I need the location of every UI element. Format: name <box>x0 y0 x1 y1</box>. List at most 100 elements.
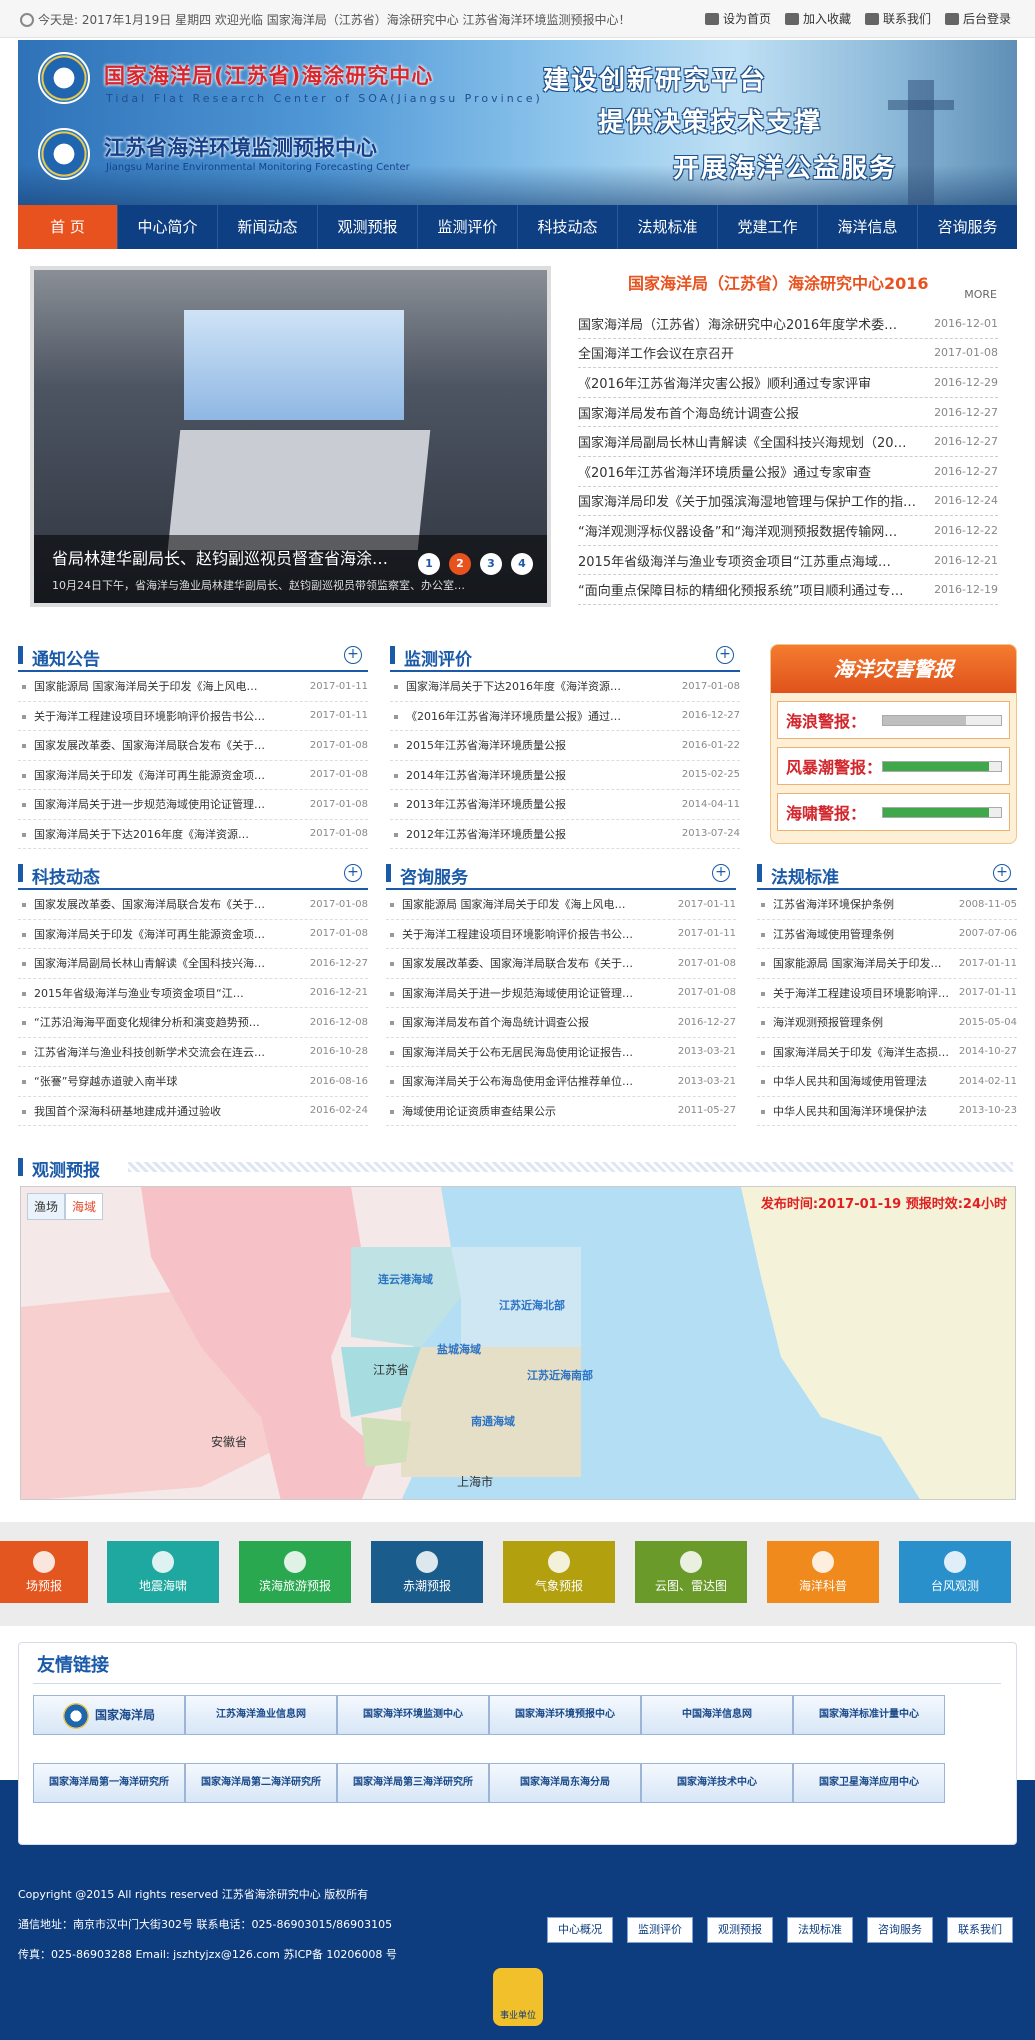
wave-alert[interactable]: 海浪警报： <box>777 701 1010 739</box>
plus-icon[interactable]: + <box>344 646 362 664</box>
news-item[interactable]: 《2016年江苏省海洋环境质量公报》通过专家审查 2016-12-27 <box>578 457 998 487</box>
list-item[interactable]: 海洋观测预报管理条例 2015-05-04 <box>757 1008 1017 1038</box>
favorite-link[interactable]: 加入收藏 <box>784 10 851 27</box>
tsunami-alert[interactable]: 海啸警报： <box>777 793 1010 831</box>
friend-link-11[interactable]: 国家海洋技术中心 <box>641 1763 793 1803</box>
friend-link-12[interactable]: 国家卫星海洋应用中心 <box>793 1763 945 1803</box>
tile-weather[interactable]: 气象预报 <box>503 1541 615 1603</box>
tile-tsunami[interactable]: 地震海啸 <box>107 1541 219 1603</box>
friend-link-7[interactable]: 国家海洋局第一海洋研究所 <box>33 1763 185 1803</box>
tile-fishery-forecast[interactable]: 场预报 <box>0 1541 88 1603</box>
list-item[interactable]: 2012年江苏省海洋环境质量公报 2013-07-24 <box>390 820 740 849</box>
nav-law[interactable]: 法规标准 <box>618 205 718 249</box>
storm-surge-alert[interactable]: 风暴潮警报： <box>777 747 1010 785</box>
list-item[interactable]: 关于海洋工程建设项目环境影响评… 2017-01-11 <box>757 979 1017 1008</box>
plus-icon[interactable]: + <box>712 864 730 882</box>
list-item[interactable]: 关于海洋工程建设项目环境影响评价报告书公… 2017-01-11 <box>18 702 368 731</box>
footer-link-consult[interactable]: 咨询服务 <box>867 1917 933 1943</box>
plus-icon[interactable]: + <box>344 864 362 882</box>
list-item[interactable]: 中华人民共和国海洋环境保护法 2013-10-23 <box>757 1097 1017 1126</box>
list-item[interactable]: 国家能源局 国家海洋局关于印发《海上风电… 2017-01-11 <box>386 890 736 920</box>
list-item[interactable]: 国家海洋局副局长林山青解读《全国科技兴海… 2016-12-27 <box>18 949 368 979</box>
news-item[interactable]: 2015年省级海洋与渔业专项资金项目“江苏重点海域… 2016-12-21 <box>578 546 998 576</box>
plus-icon[interactable]: + <box>716 646 734 664</box>
set-home-link[interactable]: 设为首页 <box>704 10 771 27</box>
list-item[interactable]: 国家海洋局关于印发《海洋生态损… 2014-10-27 <box>757 1038 1017 1067</box>
tile-coastal-tourism[interactable]: 滨海旅游预报 <box>239 1541 351 1603</box>
friend-link-9[interactable]: 国家海洋局第三海洋研究所 <box>337 1763 489 1803</box>
list-item[interactable]: 国家能源局 国家海洋局关于印发《海上风电… 2017-01-11 <box>18 672 368 702</box>
list-item[interactable]: 国家海洋局发布首个海岛统计调查公报 2016-12-27 <box>386 1008 736 1038</box>
news-item[interactable]: “海洋观测浮标仪器设备”和“海洋观测预报数据传输网… 2016-12-22 <box>578 516 998 546</box>
nav-consult[interactable]: 咨询服务 <box>918 205 1017 249</box>
list-item[interactable]: 国家海洋局关于印发《海洋可再生能源资金项… 2017-01-08 <box>18 761 368 790</box>
news-item[interactable]: 国家海洋局（江苏省）海涂研究中心2016年度学术委… 2016-12-01 <box>578 309 998 339</box>
nav-tech[interactable]: 科技动态 <box>518 205 618 249</box>
list-item[interactable]: 国家海洋局关于下达2016年度《海洋资源… 2017-01-08 <box>18 820 368 849</box>
plus-icon[interactable]: + <box>993 864 1011 882</box>
tile-satellite-radar[interactable]: 云图、雷达图 <box>635 1541 747 1603</box>
list-item[interactable]: 国家发展改革委、国家海洋局联合发布《关于… 2017-01-08 <box>18 890 368 920</box>
friend-link-8[interactable]: 国家海洋局第二海洋研究所 <box>185 1763 337 1803</box>
list-item[interactable]: 江苏省海域使用管理条例 2007-07-06 <box>757 920 1017 949</box>
public-institution-badge[interactable]: 事业单位 <box>493 1968 543 2026</box>
list-item[interactable]: 国家海洋局关于印发《海洋可再生能源资金项… 2017-01-08 <box>18 920 368 949</box>
nav-about[interactable]: 中心简介 <box>118 205 218 249</box>
news-item[interactable]: 《2016年江苏省海洋灾害公报》顺利通过专家评审 2016-12-29 <box>578 368 998 398</box>
tile-science[interactable]: 海洋科普 <box>767 1541 879 1603</box>
friend-link-1[interactable]: 国家海洋局 <box>33 1695 185 1735</box>
tile-typhoon[interactable]: 台风观测 <box>899 1541 1011 1603</box>
forecast-map[interactable]: 渔场 海域 发布时间:2017-01-19 预报时效:24小时 连云港海域 江苏… <box>20 1186 1016 1500</box>
nav-home[interactable]: 首 页 <box>18 205 118 249</box>
nav-party[interactable]: 党建工作 <box>718 205 818 249</box>
list-item[interactable]: 中华人民共和国海域使用管理法 2014-02-11 <box>757 1067 1017 1097</box>
nav-monitoring[interactable]: 监测评价 <box>418 205 518 249</box>
news-slideshow[interactable]: 省局林建华副局长、赵钧副巡视员督查省海涂… 10月24日下午，省海洋与渔业局林建… <box>30 266 551 607</box>
list-item[interactable]: 2014年江苏省海洋环境质量公报 2015-02-25 <box>390 761 740 790</box>
list-item[interactable]: 江苏省海洋环境保护条例 2008-11-05 <box>757 890 1017 920</box>
footer-link-monitor[interactable]: 监测评价 <box>627 1917 693 1943</box>
footer-link-forecast[interactable]: 观测预报 <box>707 1917 773 1943</box>
nav-forecast[interactable]: 观测预报 <box>318 205 418 249</box>
news-item[interactable]: “面向重点保障目标的精细化预报系统”项目顺利通过专… 2016-12-19 <box>578 575 998 605</box>
news-item[interactable]: 国家海洋局发布首个海岛统计调查公报 2016-12-27 <box>578 398 998 428</box>
list-item[interactable]: 我国首个深海科研基地建成并通过验收 2016-02-24 <box>18 1097 368 1126</box>
news-item[interactable]: 国家海洋局印发《关于加强滨海湿地管理与保护工作的指… 2016-12-24 <box>578 487 998 517</box>
friend-link-4[interactable]: 国家海洋环境预报中心 <box>489 1695 641 1735</box>
list-item[interactable]: 国家海洋局关于进一步规范海域使用论证管理… 2017-01-08 <box>18 790 368 820</box>
list-item[interactable]: 2013年江苏省海洋环境质量公报 2014-04-11 <box>390 790 740 820</box>
contact-link[interactable]: 联系我们 <box>864 10 931 27</box>
tab-fishery[interactable]: 渔场 <box>27 1193 66 1220</box>
tab-sea-area[interactable]: 海域 <box>65 1193 104 1220</box>
slide-dot-3[interactable]: 3 <box>480 553 502 575</box>
list-item[interactable]: 国家海洋局关于公布海岛使用金评估推荐单位… 2013-03-21 <box>386 1067 736 1097</box>
list-item[interactable]: 江苏省海洋与渔业科技创新学术交流会在连云… 2016-10-28 <box>18 1038 368 1067</box>
slide-title[interactable]: 省局林建华副局长、赵钧副巡视员督查省海涂… <box>52 545 388 569</box>
admin-login-link[interactable]: 后台登录 <box>944 10 1011 27</box>
footer-link-overview[interactable]: 中心概况 <box>547 1917 613 1943</box>
tile-red-tide[interactable]: 赤潮预报 <box>371 1541 483 1603</box>
news-item[interactable]: 国家海洋局副局长林山青解读《全国科技兴海规划（20… 2016-12-27 <box>578 427 998 457</box>
footer-link-law[interactable]: 法规标准 <box>787 1917 853 1943</box>
friend-link-10[interactable]: 国家海洋局东海分局 <box>489 1763 641 1803</box>
nav-ocean-info[interactable]: 海洋信息 <box>818 205 918 249</box>
list-item[interactable]: “张謇”号穿越赤道驶入南半球 2016-08-16 <box>18 1067 368 1097</box>
list-item[interactable]: 2015年江苏省海洋环境质量公报 2016-01-22 <box>390 731 740 761</box>
list-item[interactable]: 国家能源局 国家海洋局关于印发… 2017-01-11 <box>757 949 1017 979</box>
nav-news[interactable]: 新闻动态 <box>218 205 318 249</box>
news-item[interactable]: 全国海洋工作会议在京召开 2017-01-08 <box>578 339 998 369</box>
slide-dot-1[interactable]: 1 <box>418 553 440 575</box>
friend-link-6[interactable]: 国家海洋标准计量中心 <box>793 1695 945 1735</box>
friend-link-5[interactable]: 中国海洋信息网 <box>641 1695 793 1735</box>
list-item[interactable]: 国家发展改革委、国家海洋局联合发布《关于… 2017-01-08 <box>386 949 736 979</box>
list-item[interactable]: 国家发展改革委、国家海洋局联合发布《关于… 2017-01-08 <box>18 731 368 761</box>
news-more-link[interactable]: MORE <box>964 288 997 301</box>
list-item[interactable]: 2015年省级海洋与渔业专项资金项目“江… 2016-12-21 <box>18 979 368 1008</box>
friend-link-3[interactable]: 国家海洋环境监测中心 <box>337 1695 489 1735</box>
slide-dot-4[interactable]: 4 <box>511 553 533 575</box>
list-item[interactable]: 关于海洋工程建设项目环境影响评价报告书公… 2017-01-11 <box>386 920 736 949</box>
list-item[interactable]: “江苏沿海海平面变化规律分析和演变趋势预… 2016-12-08 <box>18 1008 368 1038</box>
list-item[interactable]: 国家海洋局关于进一步规范海域使用论证管理… 2017-01-08 <box>386 979 736 1008</box>
list-item[interactable]: 国家海洋局关于公布无居民海岛使用论证报告… 2013-03-21 <box>386 1038 736 1067</box>
list-item[interactable]: 国家海洋局关于下达2016年度《海洋资源… 2017-01-08 <box>390 672 740 702</box>
